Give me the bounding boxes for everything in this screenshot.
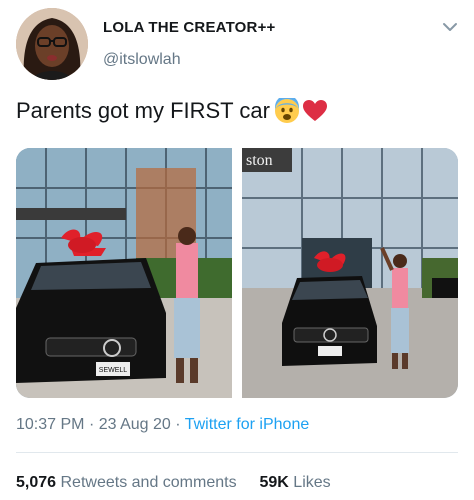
tweet-text-content: Parents got my FIRST car <box>16 98 270 123</box>
divider <box>16 452 458 453</box>
retweets-label: Retweets and comments <box>60 474 237 491</box>
tweet-date[interactable]: 23 Aug 20 <box>99 416 171 433</box>
fearful-face-emoji-icon <box>274 95 300 124</box>
tweet-source-link[interactable]: Twitter for iPhone <box>185 416 310 433</box>
chevron-down-icon[interactable] <box>442 20 458 32</box>
license-plate-text-left: SEWELL <box>99 367 128 374</box>
likes-count: 59K <box>259 474 289 491</box>
tweet-time[interactable]: 10:37 PM <box>16 416 84 433</box>
car-with-bow-photo-left: SEWELL <box>16 148 232 398</box>
avatar-image <box>16 8 88 80</box>
retweets-stat[interactable]: 5,076 Retweets and comments <box>16 474 241 491</box>
tweet-text: Parents got my FIRST car <box>16 95 328 124</box>
meta-separator-2: · <box>175 416 181 433</box>
tweet-photo-left[interactable]: SEWELL <box>16 148 232 398</box>
display-name[interactable]: LOLA THE CREATOR++ <box>103 19 276 36</box>
likes-label: Likes <box>293 474 331 491</box>
tweet-photo-right[interactable]: ston <box>242 148 458 398</box>
red-heart-emoji-icon <box>302 98 328 124</box>
user-handle[interactable]: @itslowlah <box>103 51 181 69</box>
retweets-count: 5,076 <box>16 474 57 491</box>
tweet-meta: 10:37 PM · 23 Aug 20 · Twitter for iPhon… <box>16 416 309 434</box>
likes-stat[interactable]: 59K Likes <box>259 474 330 491</box>
car-with-bow-photo-right: ston <box>242 148 458 398</box>
tweet-card: LOLA THE CREATOR++ @itslowlah Parents go… <box>0 0 474 500</box>
meta-separator: · <box>88 416 95 433</box>
building-sign-text: ston <box>246 152 273 169</box>
avatar[interactable] <box>16 8 88 80</box>
tweet-stats: 5,076 Retweets and comments 59K Likes <box>16 474 331 492</box>
